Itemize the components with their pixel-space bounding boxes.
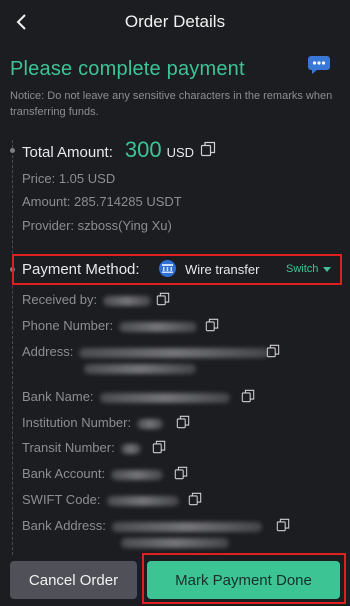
copy-icon[interactable] [174,466,188,480]
swift-row: SWIFT Code: [22,492,179,507]
provider-text: Provider: szboss(Ying Xu) [22,218,172,233]
total-amount-label: Total Amount: [22,144,113,161]
switch-method-button[interactable]: Switch [286,263,332,275]
timeline-line [12,140,13,560]
redacted-value [103,295,152,306]
notice-text: Notice: Do not leave any sensitive chara… [10,90,333,118]
institution-label: Institution Number: [22,415,132,430]
bank-account-label: Bank Account: [22,466,106,481]
redacted-value [106,495,179,506]
redacted-value [121,538,229,548]
bank-name-row: Bank Name: [22,389,230,404]
institution-row: Institution Number: [22,415,164,430]
caret-down-icon [323,266,332,272]
redacted-value [111,521,262,532]
timeline-dot [10,148,15,153]
copy-icon[interactable] [205,318,219,332]
chat-icon[interactable] [307,54,331,76]
chevron-left-icon [16,14,26,30]
received-by-row: Received by: [22,292,152,307]
bank-name-label: Bank Name: [22,389,94,404]
bank-account-row: Bank Account: [22,466,164,481]
copy-icon[interactable] [241,389,255,403]
transit-row: Transit Number: [22,440,141,455]
bank-address-label: Bank Address: [22,518,106,533]
bank-icon [159,260,176,277]
copy-icon[interactable] [156,292,170,306]
address-row: Address: [22,344,270,359]
redacted-value [137,418,164,429]
copy-icon[interactable] [200,141,216,157]
amount-text: Amount: 285.714285 USDT [22,194,182,209]
received-by-label: Received by: [22,292,98,307]
redacted-value [99,392,230,403]
payment-method-value: Wire transfer [185,262,260,277]
redacted-value [79,347,270,358]
mark-payment-done-button[interactable]: Mark Payment Done [147,561,340,599]
copy-icon[interactable] [276,518,290,532]
total-amount-value: 300 [124,137,162,162]
price-text: Price: 1.05 USD [22,171,116,186]
header-bar: Order Details [0,0,350,44]
bank-address-row: Bank Address: [22,518,262,533]
page-title: Order Details [124,12,226,31]
swift-label: SWIFT Code: [22,492,101,507]
cancel-order-button[interactable]: Cancel Order [10,561,137,599]
phone-label: Phone Number: [22,318,114,333]
payment-status-title: Please complete payment [10,58,245,80]
payment-method-label: Payment Method: [22,261,140,278]
redacted-value [111,469,164,480]
redacted-value [84,364,196,374]
back-button[interactable] [10,10,32,34]
transit-label: Transit Number: [22,440,115,455]
redacted-value [119,321,198,332]
copy-icon[interactable] [266,344,280,358]
redacted-value [120,443,141,454]
total-amount-unit: USD [166,145,195,160]
copy-icon[interactable] [188,492,202,506]
copy-icon[interactable] [176,415,190,429]
total-amount-row: Total Amount: 300 USD [22,137,216,163]
address-label: Address: [22,344,74,359]
copy-icon[interactable] [152,440,166,454]
switch-label: Switch [286,263,319,275]
phone-row: Phone Number: [22,318,198,333]
